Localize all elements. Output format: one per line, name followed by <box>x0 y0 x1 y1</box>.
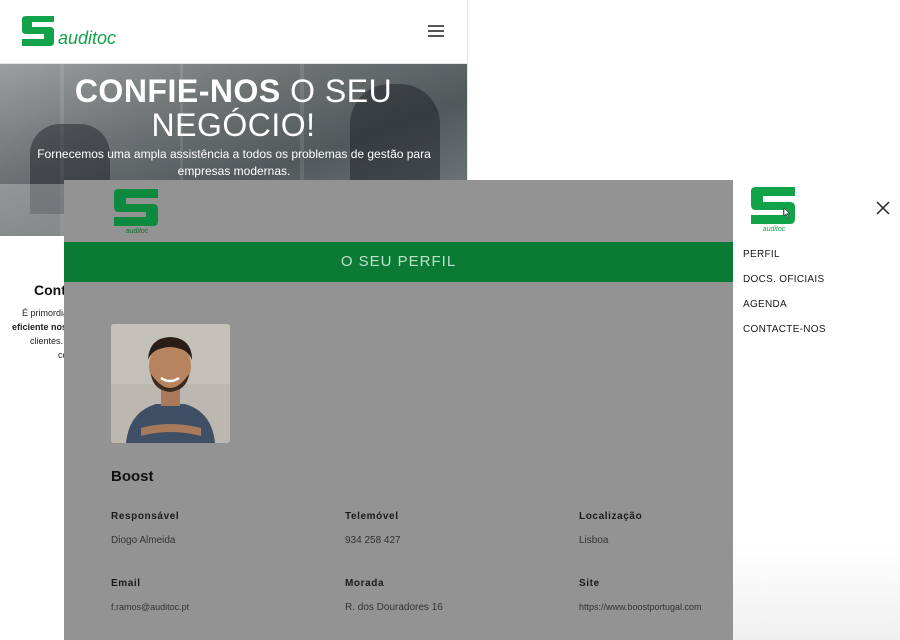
telemovel-label: Telemóvel <box>345 511 399 522</box>
auditoc-logo[interactable]: auditoc <box>749 186 799 232</box>
site-label: Site <box>579 578 600 589</box>
contact-text-line: clientes. <box>30 336 64 346</box>
page-divider <box>467 0 468 180</box>
auditoc-logo[interactable]: auditoc <box>112 188 162 234</box>
nav-item-agenda[interactable]: AGENDA <box>743 299 787 310</box>
hero-title-line2: NEGÓCIO! <box>151 107 316 143</box>
email-label: Email <box>111 578 141 589</box>
profile-avatar <box>111 324 230 443</box>
site-header: auditoc <box>0 0 467 64</box>
hero-title: CONFIE-NOS O SEU NEGÓCIO! <box>0 74 467 142</box>
nav-item-contacte-nos[interactable]: CONTACTE-NOS <box>743 324 826 335</box>
contact-heading: Cont <box>34 282 66 298</box>
hero-title-bold: CONFIE-NOS <box>74 73 281 109</box>
nav-item-perfil[interactable]: PERFIL <box>743 249 780 260</box>
hero-subtitle: Fornecemos uma ampla assistência a todos… <box>37 147 431 178</box>
nav-bottom-fade <box>733 540 900 640</box>
site-value[interactable]: https://www.boostportugal.com <box>579 602 702 612</box>
morada-value: R. dos Douradores 16 <box>345 602 443 613</box>
company-name: Boost <box>111 468 154 485</box>
responsavel-value: Diogo Almeida <box>111 535 176 546</box>
auditoc-logo[interactable]: auditoc <box>20 15 140 49</box>
profile-panel: auditoc O SEU PERFIL Boost Responsável D… <box>64 180 733 640</box>
hero-title-light: O SEU <box>290 73 393 109</box>
side-navigation: auditoc PERFIL DOCS. OFICIAIS AGENDA CON… <box>733 180 900 640</box>
svg-text:auditoc: auditoc <box>126 228 149 234</box>
nav-item-docs-oficiais[interactable]: DOCS. OFICIAIS <box>743 274 824 285</box>
email-value[interactable]: f.ramos@auditoc.pt <box>111 602 189 612</box>
profile-title-bar: O SEU PERFIL <box>64 242 733 282</box>
localizacao-label: Localização <box>579 511 643 522</box>
morada-label: Morada <box>345 578 385 589</box>
responsavel-label: Responsável <box>111 511 180 522</box>
svg-text:auditoc: auditoc <box>763 226 786 232</box>
telemovel-value: 934 258 427 <box>345 535 401 546</box>
contact-text-line: É primordia <box>22 308 69 318</box>
svg-text:auditoc: auditoc <box>58 28 116 48</box>
close-icon[interactable] <box>876 201 890 215</box>
localizacao-value: Lisboa <box>579 535 609 546</box>
hamburger-menu-icon[interactable] <box>428 25 444 37</box>
